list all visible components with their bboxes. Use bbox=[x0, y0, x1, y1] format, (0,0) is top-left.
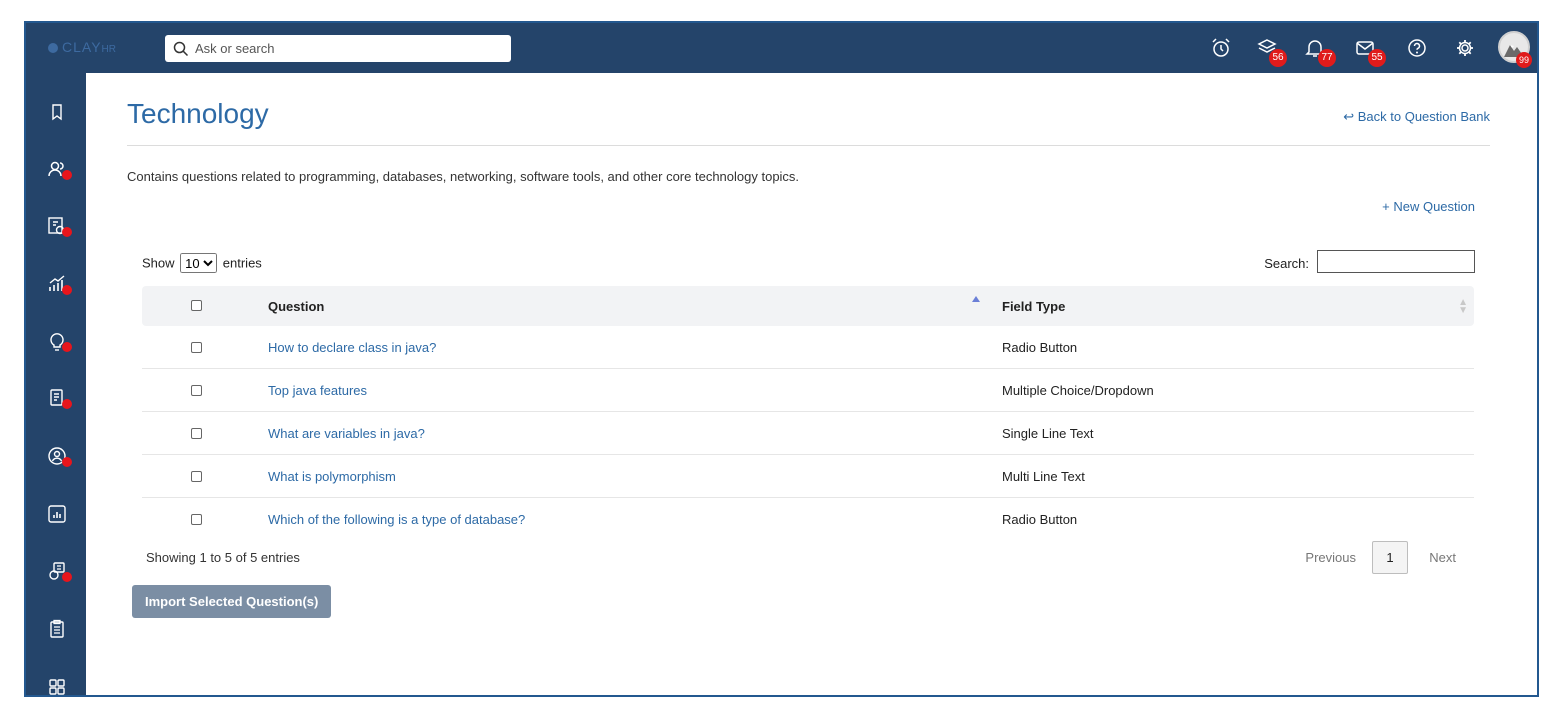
payroll-alert-dot bbox=[62, 227, 72, 237]
back-arrow-icon: ↩ bbox=[1343, 109, 1358, 124]
questions-table: Question Field Type ▲ ▼ How to declare cl… bbox=[142, 286, 1474, 540]
table-row: Which of the following is a type of data… bbox=[142, 498, 1474, 540]
sidebar-item-tasks[interactable] bbox=[46, 618, 68, 640]
sort-both-icon[interactable]: ▲ ▼ bbox=[1458, 298, 1468, 316]
previous-page-button[interactable]: Previous bbox=[1305, 550, 1356, 565]
app-window: CLAYHR 56 77 55 bbox=[24, 21, 1539, 697]
alarm-clock-icon[interactable] bbox=[1210, 37, 1232, 59]
table-row: What are variables in java? Single Line … bbox=[142, 412, 1474, 455]
show-label: Show bbox=[142, 255, 175, 271]
sidebar-item-growth[interactable] bbox=[46, 273, 72, 295]
question-link[interactable]: How to declare class in java? bbox=[268, 340, 436, 355]
table-search-input[interactable] bbox=[1317, 250, 1475, 273]
category-description: Contains questions related to programmin… bbox=[127, 169, 800, 184]
page-size-select[interactable]: 10 bbox=[180, 253, 218, 273]
apps-icon bbox=[49, 679, 65, 695]
main-content: Technology ↩ Back to Question Bank Conta… bbox=[86, 73, 1537, 695]
table-row: Top java features Multiple Choice/Dropdo… bbox=[142, 369, 1474, 412]
new-question-link[interactable]: + New Question bbox=[1382, 199, 1475, 214]
avatar-badge: 99 bbox=[1516, 52, 1532, 68]
field-type-cell: Multiple Choice/Dropdown bbox=[1002, 383, 1154, 398]
global-search-input[interactable] bbox=[195, 38, 495, 58]
question-link[interactable]: Top java features bbox=[268, 383, 367, 398]
select-all-checkbox[interactable] bbox=[191, 300, 202, 311]
search-icon bbox=[173, 41, 189, 57]
users-alert-dot bbox=[62, 170, 72, 180]
field-type-cell: Radio Button bbox=[1002, 340, 1078, 355]
page-size-control: Show 10 entries bbox=[142, 253, 262, 273]
help-icon[interactable] bbox=[1406, 37, 1428, 59]
helpdesk-alert-dot bbox=[62, 572, 72, 582]
sidebar-item-documents[interactable] bbox=[46, 387, 72, 409]
title-divider bbox=[127, 145, 1490, 146]
field-type-column-header[interactable]: Field Type bbox=[1002, 299, 1065, 314]
table-header: Question Field Type ▲ ▼ bbox=[142, 286, 1474, 326]
layers-badge: 56 bbox=[1269, 49, 1287, 67]
sidebar-item-ideas[interactable] bbox=[46, 330, 72, 352]
import-selected-questions-button[interactable]: Import Selected Question(s) bbox=[132, 585, 332, 618]
sidebar-item-payroll[interactable] bbox=[46, 215, 72, 237]
messages-badge: 55 bbox=[1368, 49, 1386, 67]
top-bar: CLAYHR 56 77 55 bbox=[26, 23, 1537, 73]
report-icon bbox=[48, 505, 66, 523]
field-type-cell: Multi Line Text bbox=[1002, 469, 1085, 484]
mail-icon[interactable]: 55 bbox=[1354, 37, 1386, 67]
question-link[interactable]: Which of the following is a type of data… bbox=[268, 512, 525, 527]
table-search-label: Search: bbox=[1264, 256, 1309, 271]
back-to-question-bank-link[interactable]: ↩ Back to Question Bank bbox=[1343, 109, 1490, 125]
global-search[interactable] bbox=[165, 35, 511, 62]
sidebar-item-profile[interactable] bbox=[46, 445, 72, 467]
page-title: Technology bbox=[127, 98, 269, 129]
notifications-badge: 77 bbox=[1318, 49, 1336, 67]
question-link[interactable]: What are variables in java? bbox=[268, 426, 425, 441]
question-link[interactable]: What is polymorphism bbox=[268, 469, 396, 484]
table-row: How to declare class in java? Radio Butt… bbox=[142, 326, 1474, 369]
row-checkbox[interactable] bbox=[191, 385, 202, 396]
row-checkbox[interactable] bbox=[191, 471, 202, 482]
field-type-cell: Single Line Text bbox=[1002, 426, 1094, 441]
sidebar-item-reports[interactable] bbox=[46, 503, 68, 525]
table-row: What is polymorphism Multi Line Text bbox=[142, 455, 1474, 498]
sidebar-item-apps[interactable] bbox=[46, 676, 68, 695]
clayhr-logo[interactable]: CLAYHR bbox=[48, 39, 116, 55]
gear-icon[interactable] bbox=[1454, 37, 1476, 59]
ideas-alert-dot bbox=[62, 342, 72, 352]
growth-alert-dot bbox=[62, 285, 72, 295]
row-checkbox[interactable] bbox=[191, 342, 202, 353]
layers-icon[interactable]: 56 bbox=[1256, 37, 1287, 67]
profile-alert-dot bbox=[62, 457, 72, 467]
documents-alert-dot bbox=[62, 399, 72, 409]
sidebar-item-bookmark[interactable] bbox=[46, 101, 68, 123]
bookmark-icon bbox=[52, 104, 62, 121]
sort-ascending-icon[interactable] bbox=[972, 296, 980, 302]
table-info: Showing 1 to 5 of 5 entries bbox=[146, 550, 300, 565]
next-page-button[interactable]: Next bbox=[1429, 550, 1456, 565]
sidebar-item-users[interactable] bbox=[46, 158, 72, 180]
page-1-button[interactable]: 1 bbox=[1372, 541, 1408, 574]
sidebar bbox=[26, 73, 86, 695]
clipboard-icon bbox=[50, 619, 64, 638]
row-checkbox[interactable] bbox=[191, 514, 202, 525]
question-column-header[interactable]: Question bbox=[268, 299, 324, 314]
sidebar-item-helpdesk[interactable] bbox=[46, 560, 72, 582]
row-checkbox[interactable] bbox=[191, 428, 202, 439]
entries-label: entries bbox=[222, 255, 262, 271]
field-type-cell: Radio Button bbox=[1002, 512, 1078, 527]
bell-icon[interactable]: 77 bbox=[1304, 37, 1336, 67]
